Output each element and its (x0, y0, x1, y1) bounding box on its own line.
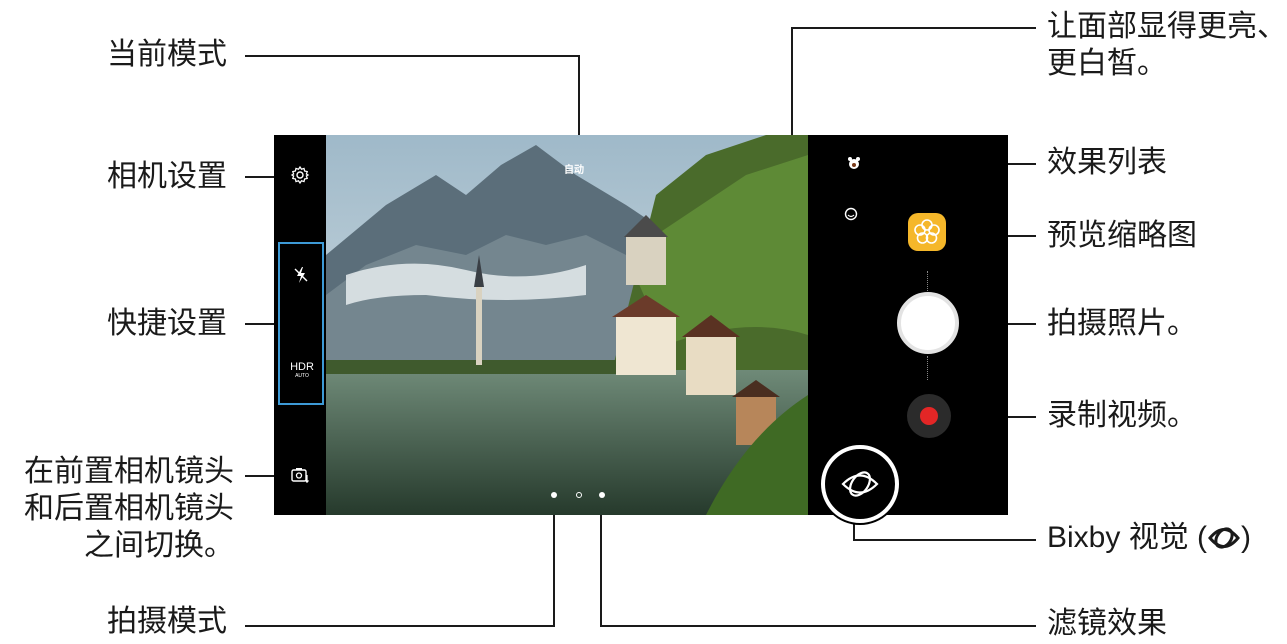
beauty-button[interactable] (840, 203, 862, 225)
callout-switch-camera-3: 之间切换。 (84, 528, 234, 563)
switch-camera-button[interactable] (286, 461, 314, 489)
gear-icon (290, 165, 310, 185)
face-beauty-icon (844, 207, 858, 221)
callout-effects-list: 效果列表 (1047, 145, 1167, 180)
record-dot (920, 407, 938, 425)
callout-take-photo: 拍摄照片。 (1047, 306, 1197, 341)
callout-beauty-1: 让面部显得更亮、 (1047, 9, 1287, 44)
leader-current-mode-v (578, 55, 580, 137)
hdr-label: HDR (290, 361, 314, 373)
bixby-eye-icon (1208, 527, 1240, 549)
callout-current-mode: 当前模式 (107, 37, 227, 72)
leader-beauty (793, 27, 1036, 29)
callout-quick-settings: 快捷设置 (107, 306, 227, 341)
filter-indicator-dot[interactable] (599, 492, 605, 498)
leader-shooting-modes-v (553, 500, 555, 627)
camera-settings-button[interactable] (286, 161, 314, 189)
viewfinder[interactable]: 自动 (326, 135, 808, 515)
shutter-button[interactable] (897, 292, 959, 354)
callout-camera-settings: 相机设置 (107, 159, 227, 194)
quick-settings-panel: HDR AUTO (278, 242, 324, 405)
callout-switch-camera-1: 在前置相机镜头 (24, 454, 234, 489)
callout-filters: 滤镜效果 (1047, 606, 1167, 641)
bear-face-icon (848, 157, 860, 169)
leader-filters-v (600, 500, 602, 627)
mode-indicator-dot-2[interactable] (576, 492, 582, 498)
bixby-vision-label: Bixby 视觉 ( (1047, 521, 1208, 554)
landscape-preview (326, 135, 808, 515)
callout-beauty-2: 更白皙。 (1047, 46, 1167, 81)
zoom-track-top (927, 271, 928, 291)
current-mode-label[interactable]: 自动 (564, 161, 584, 176)
flower-icon (914, 219, 940, 244)
callout-bixby-vision: Bixby 视觉 () (1047, 520, 1251, 556)
bixby-eye-icon (841, 471, 879, 497)
left-control-bar: HDR AUTO (274, 135, 326, 515)
zoom-track-bottom (927, 356, 928, 380)
callout-preview-thumbnail: 预览缩略图 (1047, 218, 1197, 253)
bixby-vision-button[interactable] (821, 445, 899, 523)
hdr-button[interactable]: HDR AUTO (284, 356, 320, 386)
preview-thumbnail[interactable] (908, 213, 946, 251)
mode-indicator-dot-1[interactable] (551, 492, 557, 498)
camera-screen: HDR AUTO 自动 (274, 135, 1008, 523)
record-video-button[interactable] (907, 394, 951, 438)
callout-record-video: 录制视频。 (1047, 398, 1197, 433)
leader-filters (600, 625, 1036, 627)
effects-button[interactable] (844, 153, 864, 173)
leader-bixby-vision (855, 539, 1036, 541)
hdr-sub-label: AUTO (295, 373, 309, 379)
callout-shooting-modes: 拍摄模式 (107, 604, 227, 639)
bixby-vision-label-end: ) (1241, 521, 1252, 554)
leader-shooting-modes (245, 625, 555, 627)
leader-current-mode (245, 55, 580, 57)
callout-switch-camera-2: 和后置相机镜头 (24, 491, 234, 526)
switch-camera-icon (291, 468, 309, 484)
flash-off-icon (294, 267, 308, 283)
flash-button[interactable] (288, 262, 314, 288)
